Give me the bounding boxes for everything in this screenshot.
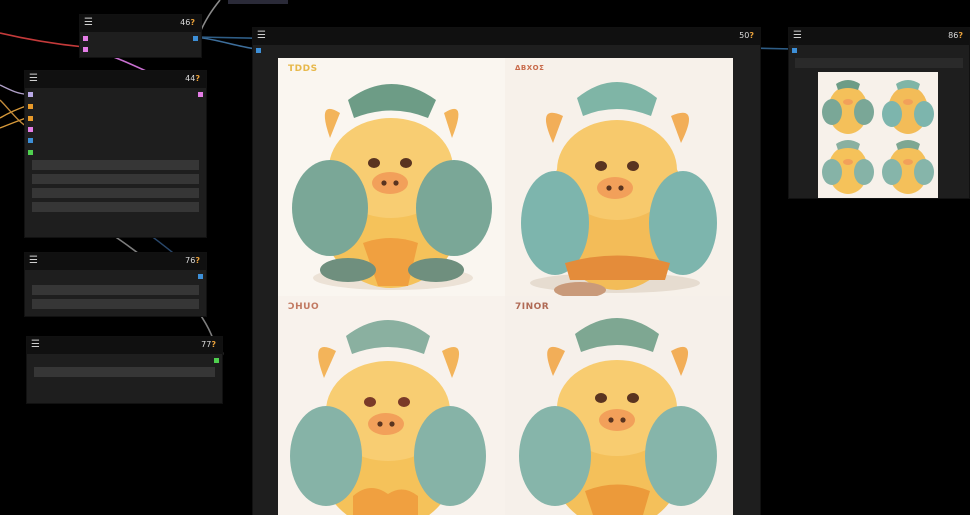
node-44[interactable]: ☰ 44? <box>24 70 207 238</box>
input-slot-green[interactable] <box>28 150 33 155</box>
node-header[interactable]: ☰ 46? <box>80 15 201 32</box>
input-slot-blue[interactable] <box>256 48 261 53</box>
node-86[interactable]: ☰ 86? <box>788 27 970 199</box>
widget-field-1[interactable] <box>32 160 199 170</box>
generated-image-3[interactable]: ƆHUO <box>278 296 505 515</box>
node-id-label: 77? <box>201 340 216 349</box>
pig-character-icon <box>521 82 717 296</box>
node-id-label: 50? <box>739 31 754 40</box>
widget-field-2[interactable] <box>32 299 199 309</box>
pig-character-icon <box>292 84 492 290</box>
input-slot-orange-2[interactable] <box>28 116 33 121</box>
node-50[interactable]: ☰ 50? TDDS ΔΒΧΟΣ ƆHUO 7INOR <box>252 27 761 515</box>
menu-icon[interactable]: ☰ <box>29 73 38 85</box>
node-id-label: 44? <box>185 74 200 83</box>
node-header[interactable]: ☰ 50? <box>253 28 760 45</box>
node-header[interactable]: ☰ 86? <box>789 28 969 45</box>
wire-red <box>0 32 85 48</box>
output-slot-pink[interactable] <box>198 92 203 97</box>
offscreen-node-edge[interactable] <box>228 0 288 4</box>
generated-image-4[interactable]: 7INOR <box>505 296 733 515</box>
node-id-label: 86? <box>948 31 963 40</box>
image-grid-thumbnail[interactable] <box>818 72 938 198</box>
output-slot-blue[interactable] <box>193 36 198 41</box>
node-header[interactable]: ☰ 77? <box>27 337 222 354</box>
output-slot-blue[interactable] <box>198 274 203 279</box>
menu-icon[interactable]: ☰ <box>793 30 802 42</box>
widget-field-2[interactable] <box>32 174 199 184</box>
widget-field-1[interactable] <box>32 285 199 295</box>
output-slot-green[interactable] <box>214 358 219 363</box>
menu-icon[interactable]: ☰ <box>257 30 266 42</box>
widget-field-3[interactable] <box>32 188 199 198</box>
image-grid-preview[interactable]: TDDS ΔΒΧΟΣ ƆHUO 7INOR <box>278 58 733 515</box>
node-id-label: 46? <box>180 18 195 27</box>
image-watermark: TDDS <box>288 64 318 74</box>
widget-field-1[interactable] <box>34 367 215 377</box>
generated-image-1[interactable]: TDDS <box>278 58 505 296</box>
generated-image-2[interactable]: ΔΒΧΟΣ <box>505 58 733 296</box>
node-77[interactable]: ☰ 77? <box>26 336 223 404</box>
pig-character-icon <box>519 318 717 515</box>
node-header[interactable]: ☰ 44? <box>25 71 206 88</box>
menu-icon[interactable]: ☰ <box>31 339 40 351</box>
pig-thumbnail-icon <box>822 80 934 194</box>
menu-icon[interactable]: ☰ <box>84 17 93 29</box>
image-watermark: ΔΒΧΟΣ <box>515 64 545 72</box>
node-46[interactable]: ☰ 46? <box>79 14 202 58</box>
input-slot-pink[interactable] <box>28 127 33 132</box>
menu-icon[interactable]: ☰ <box>29 255 38 267</box>
widget-field-1[interactable] <box>795 58 963 68</box>
image-watermark: 7INOR <box>515 302 550 312</box>
node-header[interactable]: ☰ 76? <box>25 253 206 270</box>
image-watermark: ƆHUO <box>288 302 320 312</box>
pig-character-icon <box>290 320 486 515</box>
input-slot-lilac[interactable] <box>28 92 33 97</box>
input-slot-blue[interactable] <box>28 138 33 143</box>
input-slot-pink[interactable] <box>83 36 88 41</box>
input-slot-orange[interactable] <box>28 104 33 109</box>
node-76[interactable]: ☰ 76? <box>24 252 207 317</box>
input-slot-blue[interactable] <box>792 48 797 53</box>
widget-field-4[interactable] <box>32 202 199 212</box>
node-id-label: 76? <box>185 256 200 265</box>
input-slot-pink-2[interactable] <box>83 47 88 52</box>
